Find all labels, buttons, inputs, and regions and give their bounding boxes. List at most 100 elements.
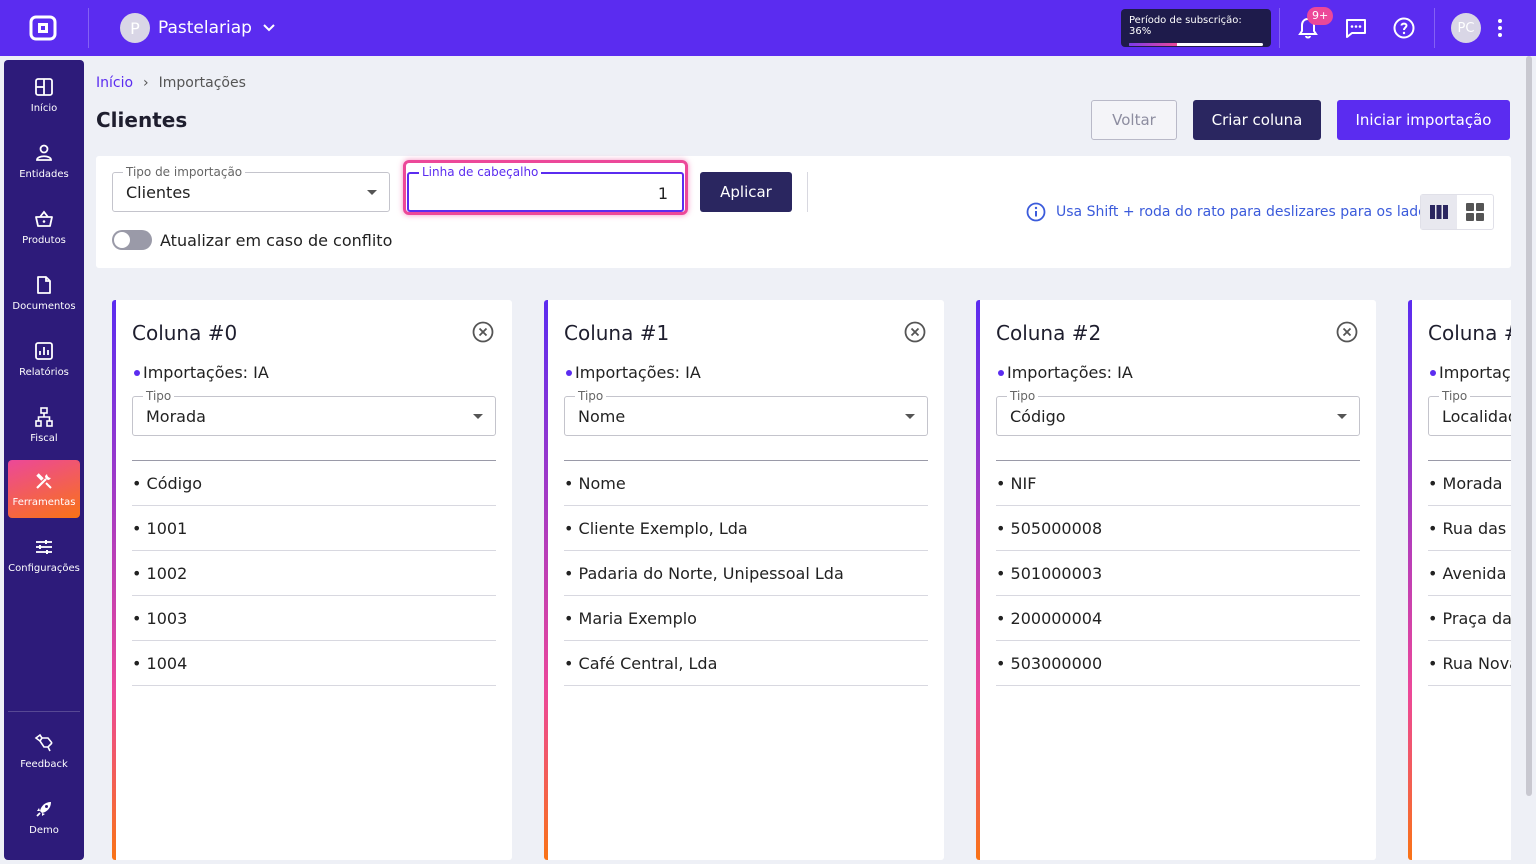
sidebar-item-relatorios[interactable]: Relatórios bbox=[8, 330, 80, 388]
column-import-source-text: Importações: IA bbox=[1007, 363, 1133, 382]
grid-icon bbox=[35, 77, 53, 96]
topbar-divider bbox=[1434, 8, 1435, 48]
sidebar-item-label: Feedback bbox=[20, 758, 68, 770]
column-card: Coluna #3 Importações: IA Tipo Localidad… bbox=[1408, 300, 1511, 860]
column-sample-row: • Avenida Central bbox=[1428, 551, 1511, 596]
sidebar-item-ferramentas[interactable]: Ferramentas bbox=[8, 460, 80, 518]
header-row-value: 1 bbox=[657, 184, 668, 203]
sidebar-item-label: Produtos bbox=[22, 234, 66, 246]
sidebar-item-documentos[interactable]: Documentos bbox=[8, 264, 80, 322]
dropdown-arrow-icon bbox=[367, 190, 377, 195]
tools-icon bbox=[36, 472, 52, 489]
remove-column-icon[interactable] bbox=[904, 321, 926, 343]
column-sample-row: • 505000008 bbox=[996, 506, 1360, 551]
info-icon bbox=[1026, 202, 1046, 222]
column-sample-row: • 1001 bbox=[132, 506, 496, 551]
back-button[interactable]: Voltar bbox=[1091, 100, 1177, 140]
top-bar: P Pastelariap Período de subscrição: 36%… bbox=[0, 0, 1536, 56]
sidebar-item-produtos[interactable]: Produtos bbox=[8, 198, 80, 256]
header-row-field[interactable]: Linha de cabeçalho 1 bbox=[407, 165, 684, 212]
column-title: Coluna #3 bbox=[1428, 321, 1511, 345]
feedback-icon bbox=[34, 733, 53, 751]
page-scrollbar[interactable] bbox=[1526, 56, 1532, 796]
subscription-progress-bar bbox=[1129, 43, 1263, 46]
organization-switcher[interactable]: P Pastelariap bbox=[120, 13, 276, 43]
columns-view-icon bbox=[1430, 205, 1448, 219]
apply-button[interactable]: Aplicar bbox=[700, 172, 792, 212]
column-sample-row: • 501000003 bbox=[996, 551, 1360, 596]
dropdown-arrow-icon bbox=[905, 414, 915, 419]
toggle-knob bbox=[114, 232, 130, 248]
status-dot bbox=[998, 369, 1004, 376]
column-type-label: Tipo bbox=[1439, 389, 1471, 403]
chat-icon[interactable] bbox=[1344, 16, 1368, 40]
sidebar-item-inicio[interactable]: Início bbox=[8, 66, 80, 124]
panel-divider bbox=[807, 172, 808, 212]
column-import-source-text: Importações: IA bbox=[575, 363, 701, 382]
column-type-select[interactable]: Tipo Código bbox=[996, 389, 1360, 436]
conflict-update-toggle[interactable] bbox=[112, 230, 152, 250]
remove-column-icon[interactable] bbox=[472, 321, 494, 343]
more-vertical-icon[interactable] bbox=[1492, 16, 1508, 40]
import-type-label: Tipo de importação bbox=[123, 165, 246, 179]
import-type-select[interactable]: Tipo de importação Clientes bbox=[112, 165, 390, 212]
breadcrumb-home-link[interactable]: Início bbox=[96, 75, 133, 91]
column-type-select[interactable]: Tipo Localidade bbox=[1428, 389, 1511, 436]
document-icon bbox=[37, 275, 51, 294]
subscription-period-text: Período de subscrição: 36% bbox=[1129, 15, 1242, 37]
column-sample-row: • Rua Nova bbox=[1428, 641, 1511, 686]
column-sample-list: • Nome • Cliente Exemplo, Lda • Padaria do… bbox=[564, 461, 928, 686]
column-type-select[interactable]: Tipo Nome bbox=[564, 389, 928, 436]
column-title: Coluna #0 bbox=[132, 321, 238, 345]
column-card: Coluna #1 Importações: IA Tipo Nome • No… bbox=[544, 300, 944, 860]
sidebar-item-label: Início bbox=[30, 102, 58, 114]
sliders-icon bbox=[36, 539, 52, 554]
basket-icon bbox=[35, 210, 53, 227]
column-card: Coluna #2 Importações: IA Tipo Código • … bbox=[976, 300, 1376, 860]
organization-avatar: P bbox=[120, 13, 150, 43]
organization-name: Pastelariap bbox=[158, 18, 252, 38]
columns-view-button[interactable] bbox=[1421, 195, 1457, 229]
column-sample-row: • Padaria do Norte, Unipessoal Lda bbox=[564, 551, 928, 596]
grid-view-icon bbox=[1466, 203, 1484, 221]
sidebar-item-entidades[interactable]: Entidades bbox=[8, 132, 80, 190]
chevron-down-icon bbox=[263, 24, 275, 32]
create-column-button[interactable]: Criar coluna bbox=[1193, 100, 1321, 140]
grid-view-button[interactable] bbox=[1457, 195, 1493, 229]
column-type-select[interactable]: Tipo Morada bbox=[132, 389, 496, 436]
column-sample-row: • Café Central, Lda bbox=[564, 641, 928, 686]
sidebar-item-configuracoes[interactable]: Configurações bbox=[8, 526, 80, 584]
sidebar-item-feedback[interactable]: Feedback bbox=[8, 722, 80, 780]
column-sample-row: • Praça da República bbox=[1428, 596, 1511, 641]
column-import-source: Importações: IA bbox=[134, 363, 269, 382]
column-type-label: Tipo bbox=[143, 389, 175, 403]
user-avatar[interactable]: PC bbox=[1451, 13, 1481, 43]
column-import-source-text: Importações: IA bbox=[143, 363, 269, 382]
column-accent-bar bbox=[544, 300, 548, 860]
start-import-button[interactable]: Iniciar importação bbox=[1337, 100, 1510, 140]
column-type-value: Localidade bbox=[1442, 407, 1511, 426]
subscription-period-indicator[interactable]: Período de subscrição: 36% bbox=[1121, 9, 1271, 47]
column-sample-row: • 1004 bbox=[132, 641, 496, 686]
chart-icon bbox=[35, 341, 53, 360]
help-icon[interactable] bbox=[1392, 16, 1416, 40]
column-import-source: Importações: IA bbox=[1430, 363, 1511, 382]
sidebar-item-demo[interactable]: Demo bbox=[8, 788, 80, 846]
sidebar-item-fiscal[interactable]: Fiscal bbox=[8, 396, 80, 454]
sidebar-item-label: Entidades bbox=[19, 168, 69, 180]
breadcrumb: Início › Importações bbox=[96, 75, 246, 91]
column-sample-list: • Morada• Rua das Flores• Avenida Centra… bbox=[1428, 461, 1511, 686]
conflict-update-label: Atualizar em caso de conflito bbox=[160, 231, 393, 250]
scroll-hint: Usa Shift + roda do rato para deslizares… bbox=[1026, 202, 1434, 222]
app-logo-icon[interactable] bbox=[28, 14, 58, 42]
column-card: Coluna #0 Importações: IA Tipo Morada • … bbox=[112, 300, 512, 860]
column-title: Coluna #2 bbox=[996, 321, 1102, 345]
remove-column-icon[interactable] bbox=[1336, 321, 1358, 343]
column-mapping-area[interactable]: Coluna #0 Importações: IA Tipo Morada • … bbox=[96, 284, 1511, 864]
column-sample-row: • Maria Exemplo bbox=[564, 596, 928, 641]
column-accent-bar bbox=[112, 300, 116, 860]
rocket-icon bbox=[36, 801, 51, 817]
chevron-right-icon: › bbox=[143, 75, 149, 91]
column-type-label: Tipo bbox=[575, 389, 607, 403]
column-import-source-text: Importações: IA bbox=[1439, 363, 1511, 382]
